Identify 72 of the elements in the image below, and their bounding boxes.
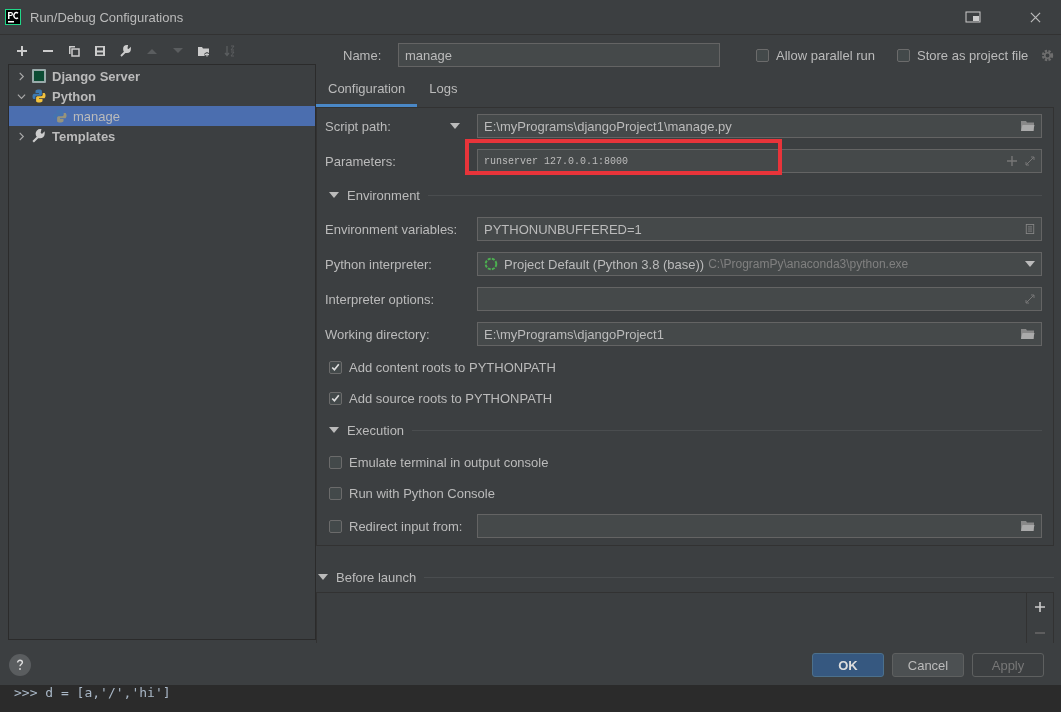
- tab[interactable]: Logs: [417, 73, 470, 107]
- field-label: Working directory:: [325, 326, 430, 342]
- close-icon[interactable]: [1030, 11, 1041, 23]
- django-icon: [32, 69, 46, 83]
- tree-item-label: Templates: [52, 128, 116, 144]
- save-icon[interactable]: [94, 45, 106, 57]
- field-label: Environment variables:: [325, 221, 458, 237]
- interpreter-name: Project Default (Python 3.8 (base)): [504, 256, 705, 272]
- folder-icon[interactable]: [1021, 120, 1036, 132]
- checkbox[interactable]: [329, 360, 342, 374]
- python-icon: [32, 89, 46, 103]
- interpreter-dropdown[interactable]: Project Default (Python 3.8 (base)) C:\ProgramPy\anaconda3\python.exe: [477, 252, 1043, 276]
- wrench-icon[interactable]: [120, 45, 132, 57]
- text-field[interactable]: [477, 287, 1043, 311]
- collapse-arrow-icon[interactable]: [329, 192, 339, 198]
- tree-item-label: Python: [52, 88, 97, 104]
- copy-icon[interactable]: [68, 45, 80, 57]
- interpreter-path: C:\ProgramPy\anaconda3\python.exe: [708, 257, 909, 271]
- text-field[interactable]: E:\myPrograms\djangoProject1\manage.py: [477, 114, 1043, 138]
- python-icon: [53, 109, 67, 123]
- field-label: Python interpreter:: [325, 256, 432, 272]
- add-icon[interactable]: [16, 45, 28, 57]
- folder-icon[interactable]: [1021, 328, 1036, 340]
- checkbox-label: Add content roots to PYTHONPATH: [349, 359, 556, 375]
- help-button[interactable]: [9, 654, 31, 676]
- section-title[interactable]: Before launch: [336, 569, 417, 585]
- loading-spinner-icon: [484, 257, 498, 271]
- checkbox[interactable]: [329, 486, 342, 500]
- dialog-button[interactable]: Cancel: [892, 653, 964, 677]
- collapse-arrow-icon[interactable]: [318, 574, 328, 580]
- section-title[interactable]: Execution: [347, 422, 405, 438]
- field-label: Script path:: [325, 118, 391, 134]
- section-title[interactable]: Environment: [347, 187, 420, 203]
- collapse-arrow-icon[interactable]: [329, 427, 339, 433]
- name-field[interactable]: manage: [398, 43, 720, 67]
- checkbox[interactable]: [329, 455, 342, 469]
- folder-icon[interactable]: [1021, 520, 1036, 532]
- tree-item-label: manage: [73, 108, 120, 124]
- text-field[interactable]: [477, 514, 1043, 538]
- checkbox-label: Run with Python Console: [349, 485, 495, 501]
- window-mode-icon[interactable]: [965, 11, 981, 23]
- dialog-button[interactable]: OK: [812, 653, 884, 677]
- name-label: Name:: [343, 47, 383, 63]
- wrench-icon: [32, 129, 46, 143]
- checkbox[interactable]: [756, 48, 769, 62]
- app-logo-icon: [5, 9, 21, 25]
- dropdown-arrow-icon[interactable]: [1025, 261, 1036, 267]
- question-mark-icon: [16, 659, 24, 671]
- gear-icon[interactable]: [1041, 48, 1055, 62]
- dropdown-arrow-icon[interactable]: [450, 123, 460, 129]
- console-line: >>> d = [a,'/','hi']: [14, 685, 171, 700]
- tree-item[interactable]: Python: [9, 86, 315, 106]
- tree-item-label: Django Server: [52, 68, 141, 84]
- tree-item[interactable]: Templates: [9, 126, 315, 146]
- checkbox[interactable]: [329, 519, 342, 533]
- checkbox-label: Redirect input from:: [349, 518, 463, 534]
- checkbox-label: Emulate terminal in output console: [349, 454, 549, 470]
- tab[interactable]: Configuration: [316, 73, 418, 107]
- new-folder-icon[interactable]: [198, 45, 210, 57]
- checkbox[interactable]: [329, 391, 342, 405]
- window-title: Run/Debug Configurations: [30, 9, 184, 25]
- text-field[interactable]: E:\myPrograms\djangoProject1: [477, 322, 1043, 346]
- field-label: Parameters:: [325, 153, 396, 169]
- tree-item[interactable]: Django Server: [9, 66, 315, 86]
- document-icon[interactable]: [1025, 224, 1036, 234]
- field-label: Interpreter options:: [325, 291, 435, 307]
- checkbox-label: Add source roots to PYTHONPATH: [349, 390, 553, 406]
- checkbox-label: Allow parallel run: [776, 47, 875, 63]
- add-icon[interactable]: [1034, 601, 1047, 613]
- checkbox-label: Store as project file: [917, 47, 1029, 63]
- checkbox[interactable]: [897, 48, 910, 62]
- text-field[interactable]: PYTHONUNBUFFERED=1: [477, 217, 1043, 241]
